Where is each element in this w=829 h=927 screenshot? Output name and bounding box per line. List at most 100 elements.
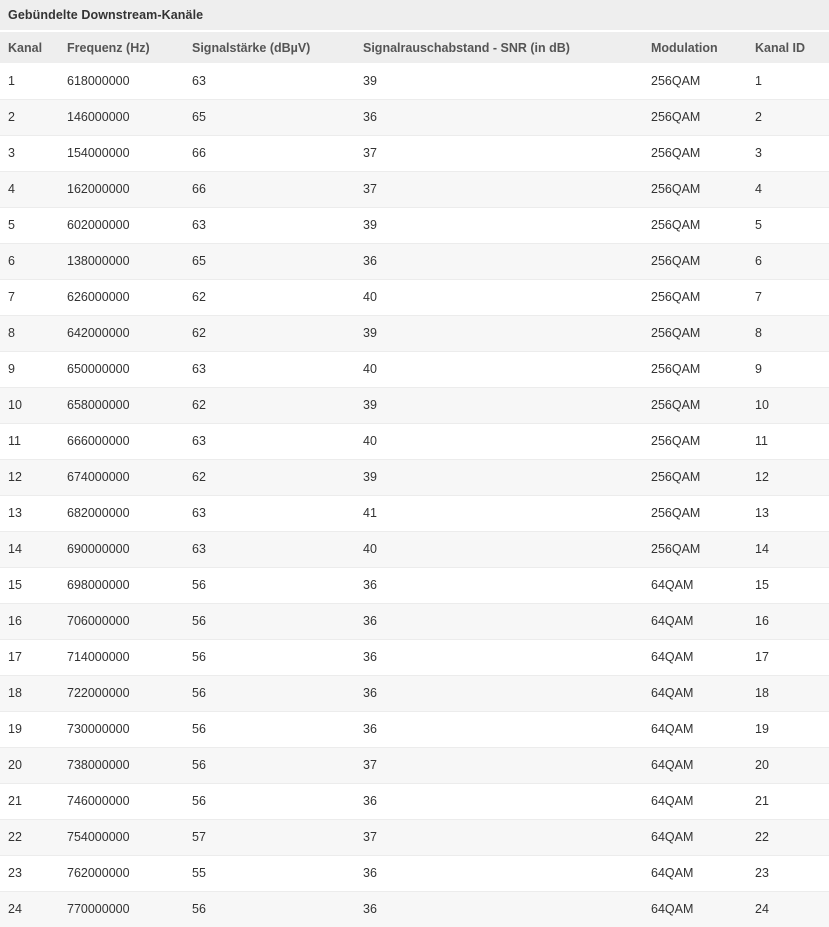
cell-signal: 62 <box>184 314 355 351</box>
column-header-signal[interactable]: Signalstärke (dBµV) <box>184 32 355 63</box>
cell-kanal: 6 <box>0 242 59 279</box>
cell-modulation: 256QAM <box>643 170 747 207</box>
cell-frequenz: 762000000 <box>59 854 184 891</box>
table-row: 1 618000000 63 39 256QAM 1 <box>0 63 829 99</box>
downstream-channels-table: Kanal Frequenz (Hz) Signalstärke (dBµV) … <box>0 32 829 927</box>
cell-signal: 63 <box>184 63 355 99</box>
cell-kanal: 1 <box>0 63 59 99</box>
cell-modulation: 64QAM <box>643 890 747 927</box>
column-header-modulation[interactable]: Modulation <box>643 32 747 63</box>
cell-kanal_id: 7 <box>747 278 829 315</box>
table-row: 12 674000000 62 39 256QAM 12 <box>0 458 829 495</box>
cell-snr: 40 <box>355 278 643 315</box>
cell-kanal_id: 17 <box>747 638 829 675</box>
cell-snr: 37 <box>355 746 643 783</box>
cell-frequenz: 714000000 <box>59 638 184 675</box>
table-row: 24 770000000 56 36 64QAM 24 <box>0 890 829 927</box>
cell-snr: 39 <box>355 458 643 495</box>
cell-kanal: 24 <box>0 890 59 927</box>
cell-signal: 57 <box>184 818 355 855</box>
cell-modulation: 64QAM <box>643 674 747 711</box>
column-header-snr[interactable]: Signalrauschabstand - SNR (in dB) <box>355 32 643 63</box>
cell-signal: 63 <box>184 530 355 567</box>
cell-frequenz: 618000000 <box>59 63 184 99</box>
cell-snr: 41 <box>355 494 643 531</box>
cell-kanal: 18 <box>0 674 59 711</box>
table-row: 7 626000000 62 40 256QAM 7 <box>0 278 829 315</box>
cell-snr: 37 <box>355 170 643 207</box>
cell-signal: 63 <box>184 206 355 243</box>
table-row: 19 730000000 56 36 64QAM 19 <box>0 710 829 747</box>
cell-frequenz: 650000000 <box>59 350 184 387</box>
cell-kanal: 4 <box>0 170 59 207</box>
cell-kanal_id: 23 <box>747 854 829 891</box>
cell-signal: 65 <box>184 242 355 279</box>
cell-modulation: 64QAM <box>643 782 747 819</box>
table-row: 14 690000000 63 40 256QAM 14 <box>0 530 829 567</box>
cell-frequenz: 698000000 <box>59 566 184 603</box>
cell-kanal_id: 24 <box>747 890 829 927</box>
cell-snr: 37 <box>355 818 643 855</box>
downstream-channels-panel: Gebündelte Downstream-Kanäle Kanal Frequ… <box>0 0 829 927</box>
cell-kanal_id: 14 <box>747 530 829 567</box>
cell-kanal: 21 <box>0 782 59 819</box>
panel-title: Gebündelte Downstream-Kanäle <box>0 0 829 30</box>
cell-snr: 36 <box>355 782 643 819</box>
cell-kanal: 22 <box>0 818 59 855</box>
cell-snr: 39 <box>355 314 643 351</box>
table-header: Kanal Frequenz (Hz) Signalstärke (dBµV) … <box>0 32 829 63</box>
cell-modulation: 256QAM <box>643 134 747 171</box>
column-header-frequenz[interactable]: Frequenz (Hz) <box>59 32 184 63</box>
table-row: 13 682000000 63 41 256QAM 13 <box>0 494 829 531</box>
cell-kanal: 12 <box>0 458 59 495</box>
cell-modulation: 256QAM <box>643 314 747 351</box>
cell-snr: 36 <box>355 710 643 747</box>
cell-kanal_id: 3 <box>747 134 829 171</box>
cell-kanal_id: 21 <box>747 782 829 819</box>
cell-kanal: 11 <box>0 422 59 459</box>
table-row: 18 722000000 56 36 64QAM 18 <box>0 674 829 711</box>
cell-frequenz: 162000000 <box>59 170 184 207</box>
cell-snr: 36 <box>355 98 643 135</box>
cell-kanal: 2 <box>0 98 59 135</box>
cell-modulation: 256QAM <box>643 63 747 99</box>
cell-modulation: 256QAM <box>643 278 747 315</box>
cell-kanal: 19 <box>0 710 59 747</box>
cell-kanal_id: 13 <box>747 494 829 531</box>
cell-frequenz: 770000000 <box>59 890 184 927</box>
cell-signal: 56 <box>184 782 355 819</box>
cell-kanal_id: 11 <box>747 422 829 459</box>
cell-snr: 39 <box>355 386 643 423</box>
cell-modulation: 256QAM <box>643 458 747 495</box>
cell-snr: 36 <box>355 890 643 927</box>
cell-kanal_id: 1 <box>747 63 829 99</box>
table-row: 16 706000000 56 36 64QAM 16 <box>0 602 829 639</box>
table-row: 17 714000000 56 36 64QAM 17 <box>0 638 829 675</box>
table-row: 22 754000000 57 37 64QAM 22 <box>0 818 829 855</box>
table-header-row: Kanal Frequenz (Hz) Signalstärke (dBµV) … <box>0 32 829 63</box>
cell-modulation: 256QAM <box>643 530 747 567</box>
cell-frequenz: 754000000 <box>59 818 184 855</box>
cell-kanal_id: 4 <box>747 170 829 207</box>
cell-snr: 36 <box>355 242 643 279</box>
cell-snr: 36 <box>355 566 643 603</box>
table-body: 1 618000000 63 39 256QAM 1 2 146000000 65 36 256QA… <box>0 63 829 927</box>
cell-kanal: 15 <box>0 566 59 603</box>
cell-kanal: 10 <box>0 386 59 423</box>
table-row: 6 138000000 65 36 256QAM 6 <box>0 242 829 279</box>
cell-frequenz: 146000000 <box>59 98 184 135</box>
cell-snr: 40 <box>355 350 643 387</box>
cell-kanal: 16 <box>0 602 59 639</box>
column-header-kanal[interactable]: Kanal <box>0 32 59 63</box>
cell-frequenz: 626000000 <box>59 278 184 315</box>
cell-kanal_id: 2 <box>747 98 829 135</box>
cell-kanal: 5 <box>0 206 59 243</box>
cell-signal: 65 <box>184 98 355 135</box>
cell-kanal: 20 <box>0 746 59 783</box>
cell-snr: 36 <box>355 674 643 711</box>
cell-kanal_id: 10 <box>747 386 829 423</box>
cell-signal: 56 <box>184 638 355 675</box>
column-header-kanal-id[interactable]: Kanal ID <box>747 32 829 63</box>
cell-snr: 40 <box>355 422 643 459</box>
table-row: 2 146000000 65 36 256QAM 2 <box>0 98 829 135</box>
